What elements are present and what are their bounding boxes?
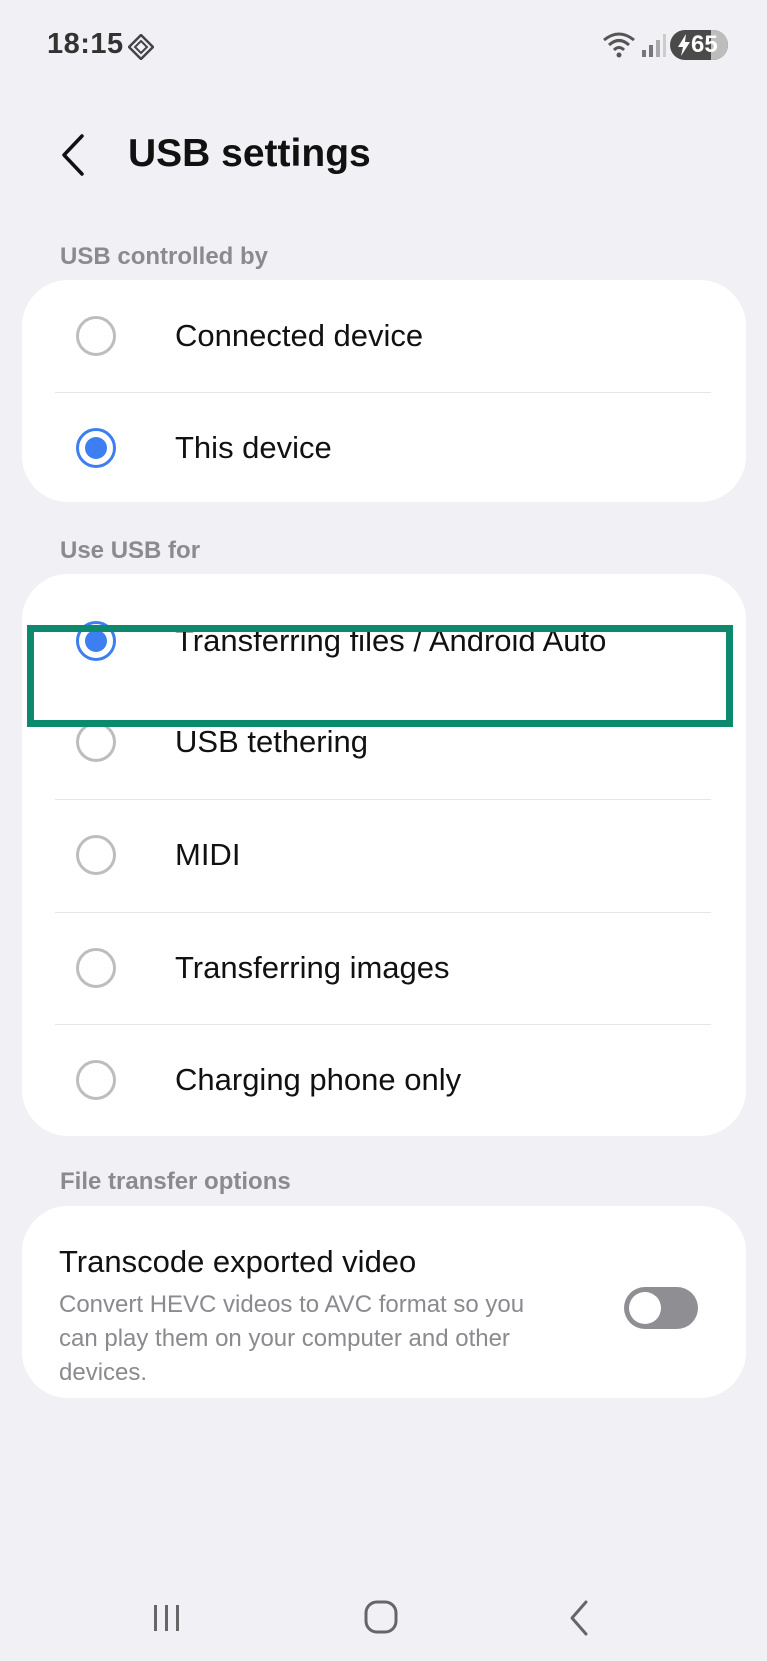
back-arrow-icon[interactable] [58, 130, 98, 180]
radio-button[interactable] [76, 835, 116, 875]
app-notification-icon [128, 34, 154, 60]
navigation-bar [0, 1575, 767, 1661]
recent-apps-icon[interactable] [137, 1593, 197, 1643]
signal-icon [642, 34, 666, 57]
section-label-file-transfer-options: File transfer options [60, 1168, 291, 1195]
page-title: USB settings [128, 132, 371, 175]
selection-highlight-box [27, 625, 733, 727]
option-charging-only[interactable]: Charging phone only [22, 1025, 746, 1135]
option-midi[interactable]: MIDI [22, 800, 746, 910]
battery-icon: 65 [670, 30, 728, 60]
option-label: Transferring images [175, 950, 450, 985]
radio-button[interactable] [76, 316, 116, 356]
option-this-device[interactable]: This device [22, 393, 746, 503]
option-connected-device[interactable]: Connected device [22, 281, 746, 391]
battery-level: 65 [691, 31, 718, 58]
radio-button[interactable] [76, 1060, 116, 1100]
wifi-icon [603, 32, 635, 58]
controlled-by-card: Connected device This device [22, 280, 746, 502]
section-label-use-usb-for: Use USB for [60, 537, 201, 564]
toggle-knob [629, 1292, 661, 1324]
app-header: USB settings [0, 110, 767, 200]
option-label: USB tethering [175, 724, 368, 759]
charging-bolt-icon [678, 34, 690, 56]
section-label-controlled-by: USB controlled by [60, 243, 269, 270]
option-label: Charging phone only [175, 1062, 462, 1097]
option-label: Connected device [175, 318, 424, 353]
status-time: 18:15 [47, 28, 124, 60]
transcode-title: Transcode exported video [59, 1244, 417, 1279]
file-transfer-options-card[interactable]: Transcode exported video Convert HEVC vi… [22, 1206, 746, 1398]
nav-back-icon[interactable] [555, 1593, 615, 1643]
transcode-toggle[interactable] [624, 1287, 698, 1329]
option-transferring-images[interactable]: Transferring images [22, 913, 746, 1023]
transcode-description: Convert HEVC videos to AVC format so you… [59, 1291, 525, 1386]
home-icon[interactable] [352, 1593, 412, 1643]
radio-button-selected[interactable] [76, 428, 116, 468]
radio-button[interactable] [76, 948, 116, 988]
status-bar: 18:15 65 [0, 0, 767, 92]
radio-button[interactable] [76, 722, 116, 762]
option-label: MIDI [175, 837, 241, 872]
option-label: This device [175, 430, 332, 465]
